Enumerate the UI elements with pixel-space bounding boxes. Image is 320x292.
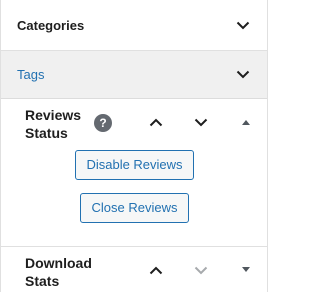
sidebar-panels: Categories Tags Reviews Status ? Disable…: [0, 0, 268, 292]
move-down-chevron-down-icon[interactable]: [191, 112, 211, 132]
download-stats-box: Download Stats: [1, 248, 267, 292]
reviews-status-title: Reviews Status: [25, 107, 82, 141]
categories-title: Categories: [17, 17, 85, 33]
download-stats-title: Download Stats: [25, 255, 92, 289]
move-up-chevron-up-icon[interactable]: [146, 260, 166, 280]
move-down-chevron-down-icon[interactable]: [191, 260, 211, 280]
move-up-chevron-up-icon[interactable]: [146, 112, 166, 132]
close-reviews-button[interactable]: Close Reviews: [80, 193, 189, 223]
tags-title: Tags: [17, 67, 45, 82]
disable-reviews-button[interactable]: Disable Reviews: [75, 150, 194, 180]
categories-panel[interactable]: Categories: [1, 0, 267, 51]
tags-panel[interactable]: Tags: [1, 51, 267, 99]
categories-toggle-chevron-down-icon[interactable]: [233, 15, 253, 35]
collapse-triangle-icon[interactable]: [236, 112, 256, 132]
reviews-status-box: Reviews Status ? Disable Reviews Close R…: [1, 100, 267, 247]
help-icon[interactable]: ?: [94, 114, 112, 132]
tags-toggle-chevron-down-icon[interactable]: [233, 65, 253, 85]
expand-triangle-down-icon[interactable]: [236, 260, 256, 280]
